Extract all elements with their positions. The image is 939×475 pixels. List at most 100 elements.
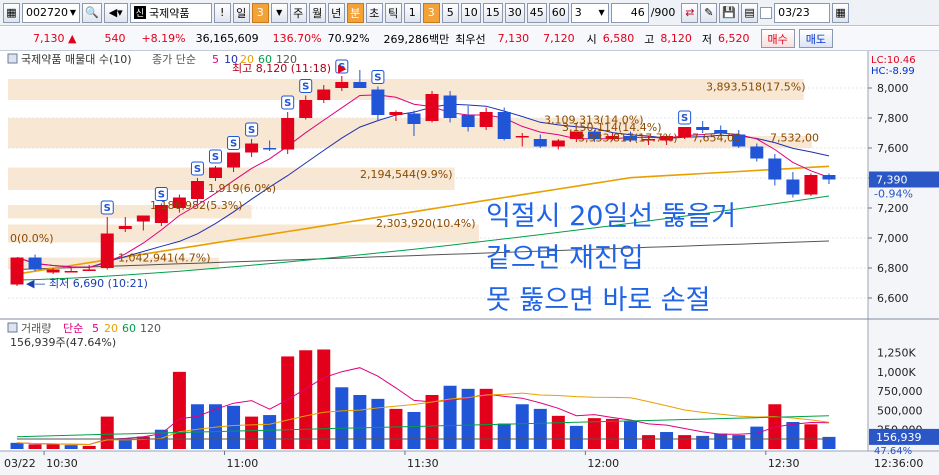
svg-text:S: S <box>212 152 219 163</box>
price-tick-label: 7,000 <box>877 232 909 245</box>
svg-text:S: S <box>681 113 688 124</box>
period-second-button[interactable]: 초 <box>365 2 383 23</box>
interval-15-button[interactable]: 15 <box>482 2 503 23</box>
volume-tick-label: 500,000 <box>877 404 923 417</box>
signal-s-marker: S <box>371 70 385 84</box>
interval-45-button[interactable]: 45 <box>526 2 547 23</box>
save-icon[interactable]: 💾 <box>719 2 740 23</box>
volume-profile-label: 3,933,817(17.7%) <box>578 132 678 145</box>
date-checkbox[interactable] <box>760 6 773 19</box>
time-tick-label: 12:30 <box>768 457 800 470</box>
interval-30-button[interactable]: 30 <box>504 2 525 23</box>
volume-bar <box>497 423 511 449</box>
vol-ma-20: 20 <box>104 322 118 335</box>
vol-ma-120: 120 <box>140 322 161 335</box>
signal-s-marker: S <box>100 200 114 215</box>
price-tick-label: 6,800 <box>877 262 909 275</box>
best-sell: 7,130 <box>497 32 530 45</box>
alert-button[interactable]: ! <box>213 2 231 23</box>
volume-bar <box>551 415 565 449</box>
volume-profile-label: 1,186,982(5.3%) <box>150 199 243 212</box>
sell-button[interactable]: 매도 <box>798 29 834 48</box>
volume-bar <box>804 424 818 449</box>
volume-bar <box>587 418 601 449</box>
current-pct-label: -0.94% <box>874 188 913 201</box>
volume-bar <box>786 422 800 449</box>
tools-icon[interactable]: ✎ <box>700 2 718 23</box>
market-icon: 신 <box>133 6 146 19</box>
interval-value: 3 <box>574 6 582 19</box>
high-label: 고 <box>644 32 655 46</box>
volume-profile-label: 1,919(6.0%) <box>208 182 276 195</box>
period-day-count-button[interactable]: 3 <box>251 2 269 23</box>
volume-bar <box>281 356 295 449</box>
calendar-icon[interactable]: ▦ <box>3 2 20 23</box>
low-price: 6,520 <box>718 32 750 45</box>
volume-profile-label: 2,303,920(10.4%) <box>376 217 476 230</box>
signal-s-marker: S <box>190 161 204 176</box>
end-time-label: 12:36:00 <box>874 457 923 470</box>
candle <box>10 257 24 286</box>
price-change: 540 <box>104 32 126 45</box>
buy-button[interactable]: 매수 <box>760 29 795 48</box>
chart-toolbar: ▦ 002720 ▼ 🔍 ◀▾ 신 국제약품 ! 일 3 ▼ 주 월 년 분 초… <box>0 0 939 26</box>
stock-code-input[interactable]: 002720 ▼ <box>22 2 80 23</box>
interval-5-button[interactable]: 5 <box>441 2 459 23</box>
volume-bar <box>82 445 96 449</box>
volume-bar <box>605 418 619 449</box>
period-month-button[interactable]: 월 <box>308 2 326 23</box>
price-legend: 국제약품 매물대 수(10) 종가 단순 5 10 20 60 120 <box>7 52 297 66</box>
volume-bar <box>317 349 331 449</box>
volume-bar <box>46 444 60 449</box>
stock-name: 국제약품 <box>148 6 190 20</box>
interval-60-button[interactable]: 60 <box>548 2 569 23</box>
stock-name-field[interactable]: 신 국제약품 <box>129 2 212 23</box>
speaker-icon[interactable]: ◀▾ <box>103 2 128 23</box>
period-year-button[interactable]: 년 <box>327 2 345 23</box>
period-minute-button[interactable]: 분 <box>346 2 364 23</box>
time-tick-label: 11:00 <box>227 457 259 470</box>
period-tick-button[interactable]: 틱 <box>384 2 402 23</box>
search-icon[interactable]: 🔍 <box>82 2 102 23</box>
volume-bar <box>624 421 637 449</box>
date-input[interactable]: 03/23 <box>774 2 831 23</box>
chart-area[interactable]: SSSSSSSSSSS3,893,518(17.5%)3,109,313(14.… <box>0 51 939 475</box>
best-buy: 7,120 <box>543 32 575 45</box>
grid-icon[interactable]: ▤ <box>741 2 759 23</box>
swap-icon[interactable]: ⇄ <box>681 2 699 23</box>
interval-3-button[interactable]: 3 <box>422 2 440 23</box>
lc-label: LC:10.46 <box>871 55 916 66</box>
candle <box>678 127 692 139</box>
period-day-button[interactable]: 일 <box>232 2 250 23</box>
chevron-down-icon[interactable]: ▼ <box>270 2 288 23</box>
volume-bar <box>245 416 259 449</box>
count-input[interactable]: 46 <box>610 2 649 23</box>
volume-bar <box>750 426 764 449</box>
settings-icon[interactable] <box>7 322 18 333</box>
candle <box>281 112 295 154</box>
time-tick-label: 12:00 <box>587 457 619 470</box>
settings-icon[interactable] <box>7 53 18 64</box>
time-tick-label: 10:30 <box>46 457 78 470</box>
annotation-line-1: 익절시 20일선 뚫을거 <box>486 201 736 232</box>
volume-tick-label: 1,250K <box>877 347 916 360</box>
volume-bar <box>696 435 710 449</box>
signal-s-marker: S <box>678 110 692 125</box>
signal-s-marker: S <box>281 95 295 110</box>
interval-select[interactable]: 3 ▼ <box>570 2 609 23</box>
interval-1-button[interactable]: 1 <box>403 2 421 23</box>
volume-bar <box>100 416 114 449</box>
high-arrow-icon: ▶ <box>338 62 347 75</box>
price-tick-label: 8,000 <box>877 82 909 95</box>
svg-text:S: S <box>284 98 291 109</box>
annotation-line-2: 같으면 재진입 <box>486 243 644 274</box>
low-label: 저 <box>701 32 713 46</box>
calendar-picker-icon[interactable]: ▦ <box>832 2 850 23</box>
count-value: 46 <box>630 6 645 19</box>
interval-10-button[interactable]: 10 <box>460 2 481 23</box>
volume-bar <box>479 388 493 449</box>
volume-profile-label: 7,532,00 <box>770 132 819 145</box>
svg-text:S: S <box>104 203 111 214</box>
vol-ma-60: 60 <box>122 322 136 335</box>
period-week-button[interactable]: 주 <box>289 2 307 23</box>
